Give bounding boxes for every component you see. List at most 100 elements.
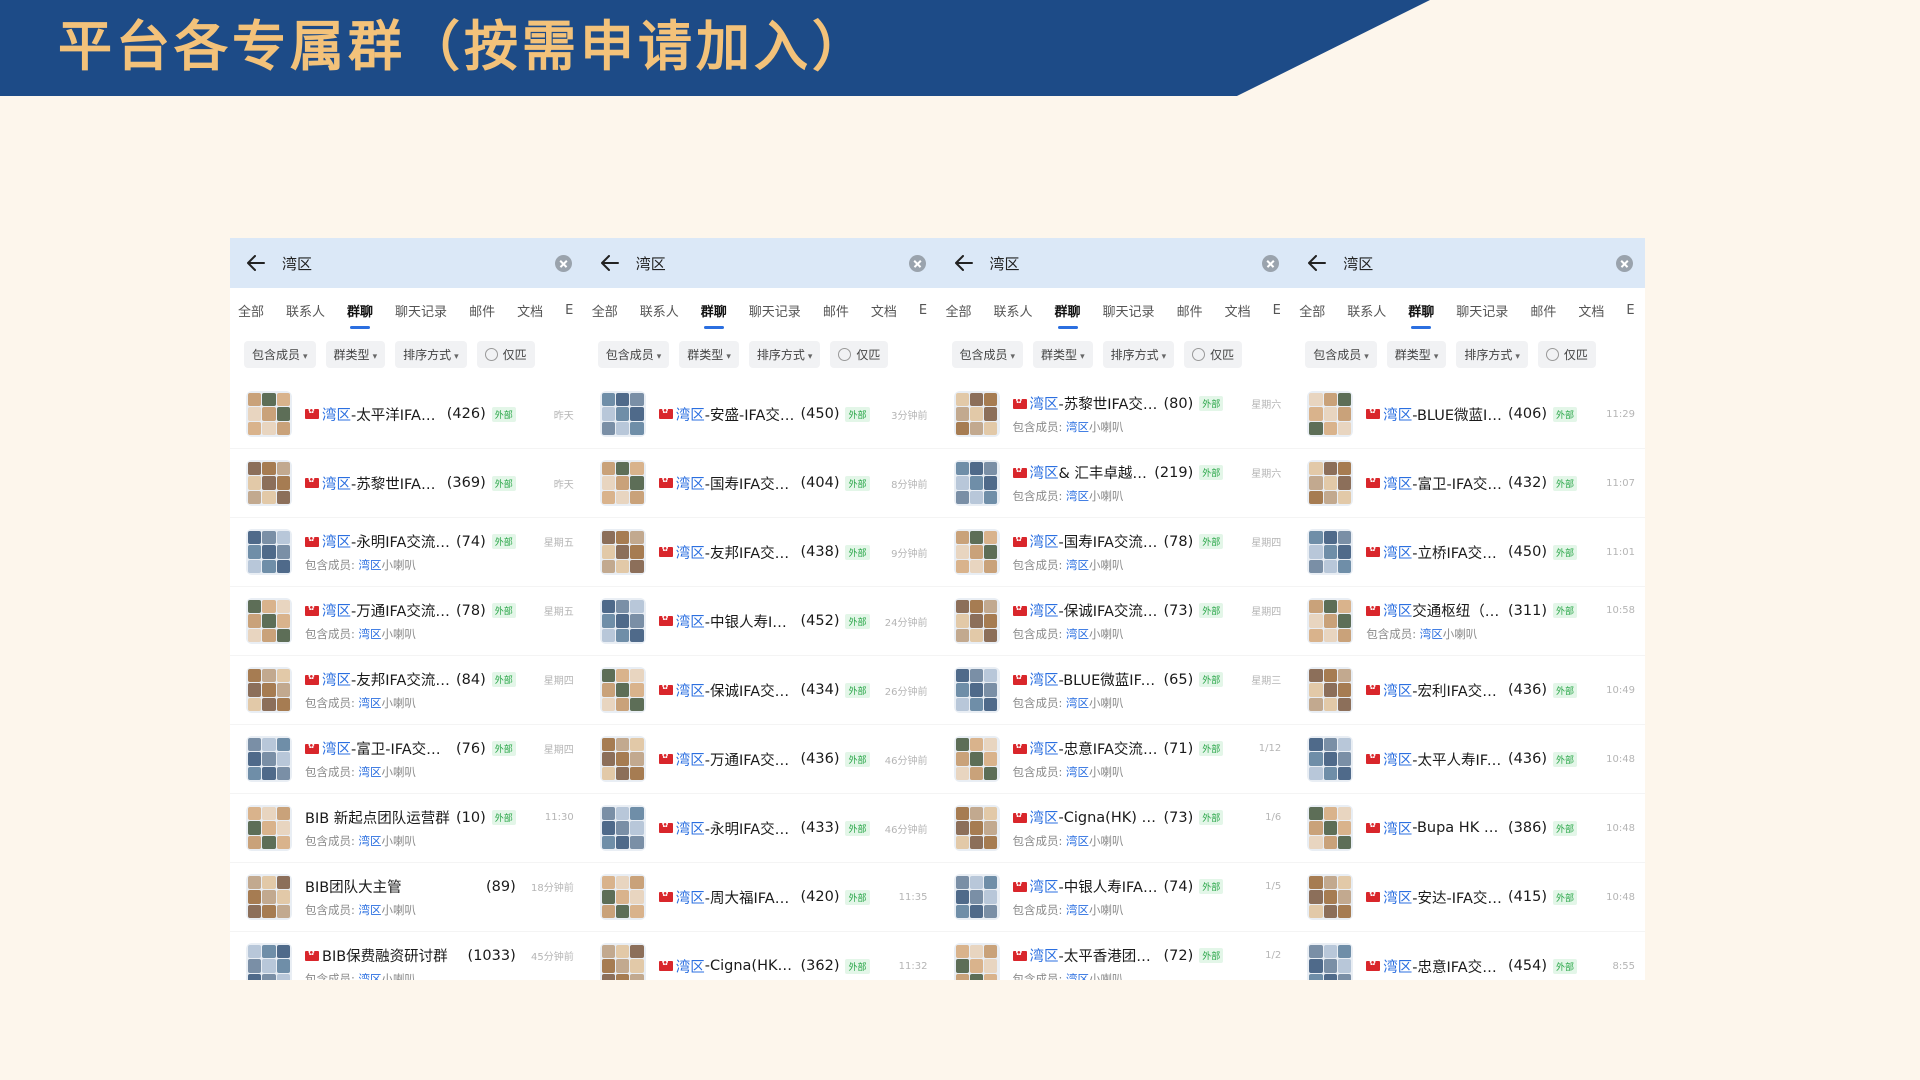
tab-2[interactable]: 群聊 [1055,301,1081,329]
group-row[interactable]: 湾区-苏黎世IFA交…(80)外部星期六包含成员: 湾区小喇叭 [937,380,1292,449]
filter-dropdown[interactable]: 包含成员 ▾ [244,340,316,368]
group-row[interactable]: 湾区-太平洋IFA交… (426) 外部 昨天 [230,380,584,449]
search-input[interactable]: 湾区 [1343,253,1616,274]
filter-dropdown[interactable]: 排序方式 ▾ [1456,340,1528,368]
clear-icon[interactable] [1262,254,1280,272]
tab-1[interactable]: 联系人 [286,301,325,320]
group-row[interactable]: 湾区-万通IFA交流…(78)外部星期五包含成员: 湾区小喇叭 [230,587,584,656]
tab-0[interactable]: 全部 [1299,301,1325,320]
group-row[interactable]: 湾区-国寿IFA交… (404) 外部 8分钟前 [583,449,938,518]
group-row[interactable]: 湾区-立桥IFA交流… (450) 外部 11:01 [1291,518,1645,587]
clear-icon[interactable] [1616,254,1633,272]
search-input[interactable]: 湾区 [636,253,909,274]
filter-dropdown[interactable]: 排序方式 ▾ [1102,340,1175,368]
match-only-toggle[interactable]: 仅匹 [1537,340,1596,368]
group-row[interactable]: 湾区-安达-IFA交流… (415) 外部 10:48 [1291,863,1645,932]
member-count: (78) [455,602,486,619]
tab-5[interactable]: 文档 [871,301,897,320]
last-active-time: 1/5 [1265,881,1282,892]
tab-5[interactable]: 文档 [1225,301,1251,320]
tab-3[interactable]: 聊天记录 [1103,301,1155,320]
tab-5[interactable]: 文档 [517,301,543,320]
match-only-toggle[interactable]: 仅匹 [1184,340,1243,368]
group-row[interactable]: 湾区-富卫-IFA交流… (432) 外部 11:07 [1291,449,1645,518]
group-row[interactable]: 湾区-忠意IFA交流群②(71)外部1/12包含成员: 湾区小喇叭 [937,725,1292,794]
tab-1[interactable]: 联系人 [1347,301,1386,320]
group-avatar [953,391,1000,437]
tab-6[interactable]: E [1626,303,1634,318]
group-row[interactable]: 湾区-保诚IFA交… (434) 外部 26分钟前 [583,656,938,725]
filter-dropdown[interactable]: 群类型 ▾ [1386,340,1447,368]
group-row[interactable]: 湾区-中银人寿IF… (452) 外部 24分钟前 [583,587,938,656]
group-row[interactable]: 湾区-国寿IFA交流…(78)外部星期四包含成员: 湾区小喇叭 [937,518,1292,587]
group-row[interactable]: 湾区-中银人寿IFA交…(74)外部1/5包含成员: 湾区小喇叭 [937,863,1292,932]
search-input[interactable]: 湾区 [282,253,555,274]
group-row[interactable]: 湾区-永明IFA交流…(74)外部星期五包含成员: 湾区小喇叭 [230,518,584,587]
keyword-highlight: 湾区 [1029,604,1059,620]
group-row[interactable]: 湾区-Cigna(HK) IF… (362) 外部 11:32 [584,932,938,980]
group-row[interactable]: 湾区-富卫-IFA交流…(76)外部星期四包含成员: 湾区小喇叭 [230,725,584,794]
tab-4[interactable]: 邮件 [469,301,495,320]
group-row[interactable]: 湾区-太平香港团财IF…(72)外部1/2包含成员: 湾区小喇叭 [938,932,1292,980]
group-name: -中银人寿IFA交… [1058,880,1158,896]
tab-2[interactable]: 群聊 [1408,301,1434,329]
tab-3[interactable]: 聊天记录 [395,301,447,320]
tab-0[interactable]: 全部 [946,301,972,320]
tab-5[interactable]: 文档 [1578,301,1604,320]
group-row[interactable]: 湾区-忠意IFA交流群① (454) 外部 8:55 [1291,932,1645,980]
group-row[interactable]: 湾区-友邦IFA交… (438) 外部 9分钟前 [583,518,938,587]
tab-3[interactable]: 聊天记录 [1456,301,1508,320]
tab-0[interactable]: 全部 [592,301,618,320]
tab-4[interactable]: 邮件 [1530,301,1556,320]
group-row[interactable]: 湾区-周大福IFA交… (420) 外部 11:35 [583,863,938,932]
group-row[interactable]: 湾区-BLUE微蓝IFA… (406) 外部 11:29 [1291,380,1645,449]
filter-dropdown[interactable]: 包含成员 ▾ [951,340,1024,368]
match-only-toggle[interactable]: 仅匹 [476,340,535,368]
group-row[interactable]: BIB 新起点团队运营群 (10) 外部 11:30 包含成员: 湾区小喇叭 [230,794,584,863]
tab-4[interactable]: 邮件 [1177,301,1203,320]
group-row[interactable]: 湾区-宏利IFA交流… (436) 外部 10:49 [1291,656,1645,725]
group-row[interactable]: 湾区-万通IFA交… (436) 外部 46分钟前 [583,725,938,794]
tab-2[interactable]: 群聊 [701,301,727,329]
back-arrow-icon[interactable] [1305,251,1329,275]
group-row[interactable]: BIB团队大主管 (89) 18分钟前 包含成员: 湾区小喇叭 [230,863,584,932]
tab-1[interactable]: 联系人 [994,301,1033,320]
clear-icon[interactable] [908,254,926,272]
tab-2[interactable]: 群聊 [347,301,373,329]
search-input[interactable]: 湾区 [990,253,1263,274]
group-row[interactable]: 湾区-永明IFA交… (433) 外部 46分钟前 [583,794,938,863]
tab-6[interactable]: E [919,303,927,318]
back-arrow-icon[interactable] [244,251,268,275]
group-row[interactable]: 湾区-友邦IFA交流…(84)外部星期四包含成员: 湾区小喇叭 [230,656,584,725]
filter-dropdown[interactable]: 包含成员 ▾ [597,340,670,368]
group-row[interactable]: BIB保费融资研讨群 (1033) 45分钟前包含成员: 湾区小喇叭 [230,932,584,980]
filter-dropdown[interactable]: 群类型 ▾ [1033,340,1093,368]
tab-6[interactable]: E [1273,303,1281,318]
group-title-line: BIB团队大主管 (89) 18分钟前 [305,876,574,897]
back-arrow-icon[interactable] [598,251,622,275]
filter-dropdown[interactable]: 群类型 ▾ [679,340,739,368]
group-row[interactable]: 湾区交通枢纽（用…(311)外部10:58包含成员: 湾区小喇叭 [1291,587,1645,656]
member-match-line: 包含成员: 湾区小喇叭 [305,695,574,711]
tab-3[interactable]: 聊天记录 [749,301,801,320]
tab-4[interactable]: 邮件 [823,301,849,320]
filter-dropdown[interactable]: 群类型 ▾ [325,340,386,368]
group-row[interactable]: 湾区& 汇丰卓越理…(219)外部星期六包含成员: 湾区小喇叭 [937,449,1292,518]
group-row[interactable]: 湾区-Cigna(HK) IFA…(73)外部1/6包含成员: 湾区小喇叭 [937,794,1292,863]
tab-1[interactable]: 联系人 [640,301,679,320]
group-row[interactable]: 湾区-安盛-IFA交… (450) 外部 3分钟前 [583,380,938,449]
group-row[interactable]: 湾区-Bupa HK IFA… (386) 外部 10:48 [1291,794,1645,863]
group-row[interactable]: 湾区-BLUE微蓝IFA…(65)外部星期三包含成员: 湾区小喇叭 [937,656,1292,725]
tab-6[interactable]: E [565,303,573,318]
filter-dropdown[interactable]: 排序方式 ▾ [395,340,467,368]
back-arrow-icon[interactable] [952,251,976,275]
filter-dropdown[interactable]: 包含成员 ▾ [1305,340,1377,368]
match-only-toggle[interactable]: 仅匹 [830,340,889,368]
filter-dropdown[interactable]: 排序方式 ▾ [748,340,821,368]
hk-flag-icon [305,534,319,547]
clear-icon[interactable] [554,254,572,272]
group-row[interactable]: 湾区-保诚IFA交流…(73)外部星期四包含成员: 湾区小喇叭 [937,587,1292,656]
tab-0[interactable]: 全部 [238,301,264,320]
group-row[interactable]: 湾区-太平人寿IFA… (436) 外部 10:48 [1291,725,1645,794]
group-row[interactable]: 湾区-苏黎世IFA交… (369) 外部 昨天 [230,449,584,518]
